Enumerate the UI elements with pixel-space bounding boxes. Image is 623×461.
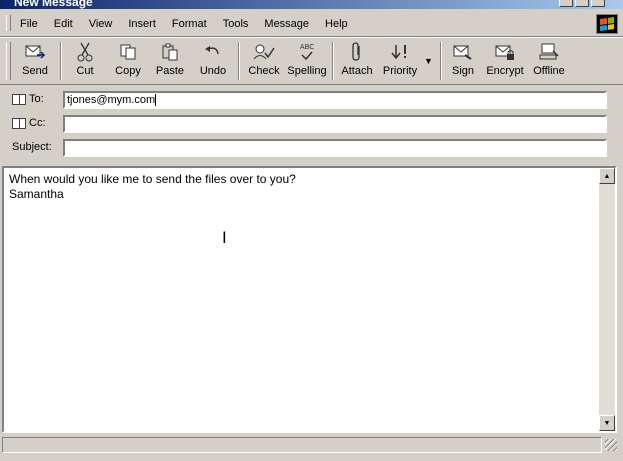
send-button[interactable]: Send [15,40,55,82]
menu-file[interactable]: File [12,17,46,31]
cc-field[interactable] [63,115,607,133]
menu-view[interactable]: View [81,17,121,31]
menu-help[interactable]: Help [317,17,356,31]
cut-label: Cut [76,65,94,77]
to-address-book-button[interactable]: To: [12,93,44,105]
paste-icon [150,40,190,64]
paste-label: Paste [155,65,185,77]
to-value: tjones@mym.com [67,94,156,106]
minimize-button[interactable] [559,0,573,7]
priority-icon [378,40,422,64]
subject-field[interactable] [63,139,607,157]
sign-icon [446,40,480,64]
menu-message[interactable]: Message [256,17,317,31]
menu-grip[interactable] [6,15,11,31]
subject-row: Subject: [0,136,623,160]
subject-label: Subject: [12,141,52,153]
to-label: To: [29,93,44,105]
scroll-down-arrow-icon[interactable]: ▼ [599,415,615,431]
copy-icon [108,40,148,64]
menu-format[interactable]: Format [164,17,215,31]
offline-label: Offline [533,65,565,77]
paperclip-icon [338,40,376,64]
window-title: New Message [14,0,93,9]
sign-label: Sign [451,65,475,77]
undo-button[interactable]: Undo [194,40,232,82]
send-label: Send [22,65,48,77]
cc-row: Cc: [0,112,623,136]
spelling-badge: ABC [299,43,315,51]
offline-computer-icon [528,40,570,64]
message-body[interactable]: When would you like me to send the files… [2,166,617,433]
menu-insert[interactable]: Insert [120,17,164,31]
check-names-button[interactable]: Check [244,40,284,82]
cc-address-book-button[interactable]: Cc: [12,117,46,129]
scroll-up-arrow-icon[interactable]: ▲ [599,168,615,184]
text-caret [155,94,157,107]
menu-bar: File Edit View Insert Format Tools Messa… [0,9,623,37]
attach-label: Attach [341,65,373,77]
copy-button[interactable]: Copy [108,40,148,82]
close-button[interactable] [591,0,605,7]
address-book-icon [12,93,26,105]
attach-button[interactable]: Attach [338,40,376,82]
ibeam-cursor-icon: I [222,228,227,247]
sign-button[interactable]: Sign [446,40,480,82]
body-line: Samantha [9,187,64,201]
to-row: To: tjones@mym.com [0,88,623,112]
message-text: When would you like me to send the files… [9,172,296,202]
resize-grip-icon[interactable] [605,439,617,451]
title-bar: New Message [0,0,623,9]
paste-button[interactable]: Paste [150,40,190,82]
offline-button[interactable]: Offline [528,40,570,82]
encrypt-icon [484,40,526,64]
priority-label: Priority [382,65,418,77]
undo-icon [194,40,232,64]
status-bar [0,435,623,455]
undo-label: Undo [199,65,227,77]
toolbar-separator [332,42,334,80]
address-book-icon [12,117,26,129]
cut-button[interactable]: Cut [66,40,104,82]
maximize-button[interactable] [575,0,589,7]
encrypt-button[interactable]: Encrypt [484,40,526,82]
toolbar-separator [238,42,240,80]
toolbar-grip[interactable] [6,42,11,80]
spelling-label: Spelling [287,65,327,77]
scissors-icon [66,40,104,64]
toolbar: Send Cut Copy Paste Undo Check ABC Spell… [0,37,623,85]
check-names-icon [244,40,284,64]
menu-edit[interactable]: Edit [46,17,81,31]
send-icon [15,40,55,64]
priority-dropdown-arrow-icon[interactable]: ▼ [424,56,433,66]
vertical-scrollbar[interactable]: ▲ ▼ [599,168,615,431]
toolbar-separator [440,42,442,80]
check-label: Check [248,65,280,77]
menu-tools[interactable]: Tools [215,17,257,31]
windows-logo-icon [596,14,618,34]
body-line: When would you like me to send the files… [9,172,296,186]
spelling-icon: ABC [286,40,328,64]
encrypt-label: Encrypt [486,65,524,77]
priority-button[interactable]: Priority [378,40,422,82]
toolbar-separator [60,42,62,80]
spelling-button[interactable]: ABC Spelling [286,40,328,82]
cc-label: Cc: [29,117,46,129]
status-panel [2,437,602,453]
to-field[interactable]: tjones@mym.com [63,91,607,109]
copy-label: Copy [115,65,141,77]
